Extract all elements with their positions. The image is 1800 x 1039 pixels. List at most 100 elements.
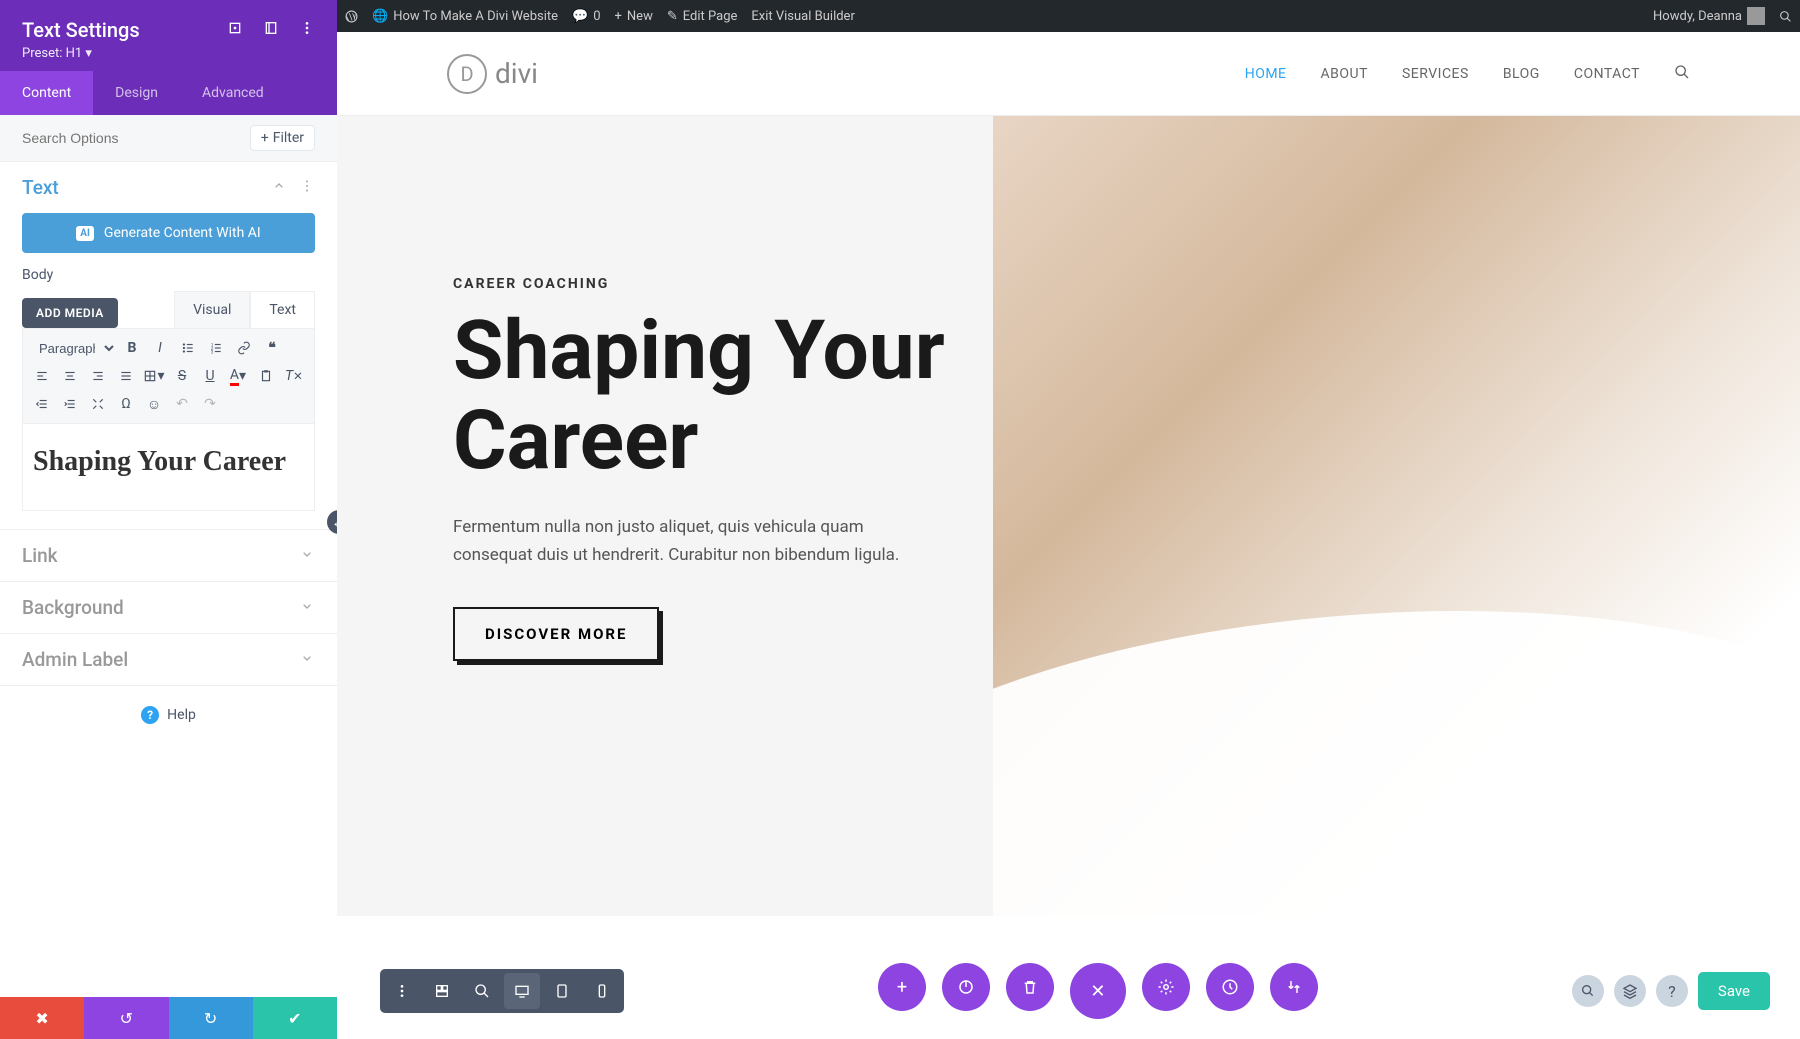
howdy-link[interactable]: Howdy, Deanna bbox=[1653, 7, 1765, 25]
wireframe-button[interactable] bbox=[424, 973, 460, 1009]
chevron-down-icon bbox=[299, 598, 315, 618]
nav-item-contact[interactable]: CONTACT bbox=[1574, 66, 1640, 82]
indent-button[interactable] bbox=[57, 391, 83, 417]
quote-button[interactable]: ❝ bbox=[259, 335, 285, 361]
nav-item-services[interactable]: SERVICES bbox=[1402, 66, 1469, 82]
cta-button[interactable]: DISCOVER MORE bbox=[453, 607, 659, 661]
exit-builder-link[interactable]: Exit Visual Builder bbox=[751, 9, 854, 24]
hero-title[interactable]: Shaping Your Career bbox=[453, 306, 993, 486]
hero-eyebrow[interactable]: CAREER COACHING bbox=[453, 276, 993, 292]
discard-button[interactable]: ✖ bbox=[0, 997, 84, 1039]
underline-button[interactable]: U bbox=[197, 363, 223, 389]
nav-item-blog[interactable]: BLOG bbox=[1503, 66, 1540, 82]
site-name-link[interactable]: 🌐How To Make A Divi Website bbox=[372, 9, 558, 24]
link-section-header[interactable]: Link bbox=[0, 530, 337, 581]
portability-button[interactable] bbox=[1270, 963, 1318, 1011]
undo-button[interactable]: ↶ bbox=[169, 391, 195, 417]
center-controls: + ✕ bbox=[878, 963, 1318, 1019]
editor-tab-visual[interactable]: Visual bbox=[174, 291, 250, 328]
align-center-button[interactable] bbox=[57, 363, 83, 389]
collapse-icon[interactable] bbox=[271, 178, 287, 198]
zoom-button[interactable] bbox=[464, 973, 500, 1009]
tab-content[interactable]: Content bbox=[0, 71, 93, 115]
sidebar-footer: ✖ ↺ ↻ ✔ bbox=[0, 997, 337, 1039]
panel-title: Text Settings bbox=[22, 18, 140, 42]
text-section-header[interactable]: Text bbox=[0, 162, 337, 213]
page-settings-button[interactable] bbox=[1142, 963, 1190, 1011]
search-icon[interactable] bbox=[1779, 10, 1792, 23]
background-section-title: Background bbox=[22, 596, 124, 619]
desktop-view-button[interactable] bbox=[504, 973, 540, 1009]
tablet-view-button[interactable] bbox=[544, 973, 580, 1009]
editor-content[interactable]: Shaping Your Career bbox=[22, 424, 315, 511]
redo-button[interactable]: ↷ bbox=[197, 391, 223, 417]
tab-advanced[interactable]: Advanced bbox=[180, 71, 286, 115]
delete-button[interactable] bbox=[1006, 963, 1054, 1011]
link-button[interactable] bbox=[231, 335, 257, 361]
undo-changes-button[interactable]: ↺ bbox=[84, 997, 168, 1039]
emoji-button[interactable]: ☺ bbox=[141, 391, 167, 417]
outdent-button[interactable] bbox=[29, 391, 55, 417]
logo-text: divi bbox=[495, 57, 538, 90]
add-element-button[interactable]: + bbox=[878, 963, 926, 1011]
wp-logo-icon[interactable] bbox=[345, 10, 358, 23]
pencil-icon: ✎ bbox=[667, 9, 678, 24]
nav-item-home[interactable]: HOME bbox=[1245, 66, 1287, 82]
power-button[interactable] bbox=[942, 963, 990, 1011]
ul-button[interactable] bbox=[175, 335, 201, 361]
paste-button[interactable] bbox=[253, 363, 279, 389]
admin-label-section-header[interactable]: Admin Label bbox=[0, 634, 337, 685]
search-input[interactable] bbox=[22, 130, 250, 146]
search-page-button[interactable] bbox=[1572, 975, 1604, 1007]
redo-changes-button[interactable]: ↻ bbox=[169, 997, 253, 1039]
more-icon[interactable] bbox=[299, 178, 315, 198]
align-left-button[interactable] bbox=[29, 363, 55, 389]
logo-icon: D bbox=[447, 54, 487, 94]
help-button[interactable]: ? Help bbox=[0, 686, 337, 744]
table-button[interactable]: ▾ bbox=[141, 363, 167, 389]
generate-ai-button[interactable]: AI Generate Content With AI bbox=[22, 213, 315, 253]
background-section-header[interactable]: Background bbox=[0, 582, 337, 633]
expand-icon[interactable] bbox=[263, 20, 279, 40]
bold-button[interactable]: B bbox=[119, 335, 145, 361]
link-section-title: Link bbox=[22, 544, 58, 567]
align-justify-button[interactable] bbox=[113, 363, 139, 389]
more-icon[interactable] bbox=[299, 20, 315, 40]
tab-design[interactable]: Design bbox=[93, 71, 180, 115]
new-link[interactable]: +New bbox=[615, 9, 653, 24]
search-row: + Filter bbox=[0, 115, 337, 162]
format-select[interactable]: Paragraph bbox=[29, 335, 117, 361]
hero-description[interactable]: Fermentum nulla non justo aliquet, quis … bbox=[453, 514, 933, 568]
save-button[interactable]: Save bbox=[1698, 972, 1770, 1010]
close-builder-button[interactable]: ✕ bbox=[1070, 963, 1126, 1019]
special-char-button[interactable]: Ω bbox=[113, 391, 139, 417]
filter-button[interactable]: + Filter bbox=[250, 125, 315, 151]
phone-view-button[interactable] bbox=[584, 973, 620, 1009]
nav-search-icon[interactable] bbox=[1674, 64, 1690, 84]
strikethrough-button[interactable]: S bbox=[169, 363, 195, 389]
italic-button[interactable]: I bbox=[147, 335, 173, 361]
clear-format-button[interactable]: T✕ bbox=[281, 363, 307, 389]
nav-item-about[interactable]: ABOUT bbox=[1321, 66, 1368, 82]
history-button[interactable] bbox=[1206, 963, 1254, 1011]
menu-button[interactable] bbox=[384, 973, 420, 1009]
text-color-button[interactable]: A▾ bbox=[225, 363, 251, 389]
svg-text:3: 3 bbox=[211, 349, 214, 355]
fullscreen-button[interactable] bbox=[85, 391, 111, 417]
responsive-icon[interactable] bbox=[227, 20, 243, 40]
edit-page-link[interactable]: ✎Edit Page bbox=[667, 9, 738, 24]
align-right-button[interactable] bbox=[85, 363, 111, 389]
ol-button[interactable]: 123 bbox=[203, 335, 229, 361]
editor-tab-text[interactable]: Text bbox=[250, 291, 315, 328]
layers-button[interactable] bbox=[1614, 975, 1646, 1007]
hero-image[interactable] bbox=[993, 116, 1800, 916]
site-logo[interactable]: D divi bbox=[447, 54, 538, 94]
preset-label[interactable]: Preset: H1 ▾ bbox=[22, 46, 315, 61]
settings-sidebar: Text Settings Preset: H1 ▾ Content Desig… bbox=[0, 0, 337, 1039]
apply-button[interactable]: ✔ bbox=[253, 997, 337, 1039]
chevron-down-icon bbox=[299, 650, 315, 670]
comments-link[interactable]: 💬0 bbox=[572, 9, 601, 24]
help-toolbar-button[interactable]: ? bbox=[1656, 975, 1688, 1007]
add-media-button[interactable]: ADD MEDIA bbox=[22, 298, 118, 328]
right-controls: ? Save bbox=[1572, 972, 1770, 1010]
